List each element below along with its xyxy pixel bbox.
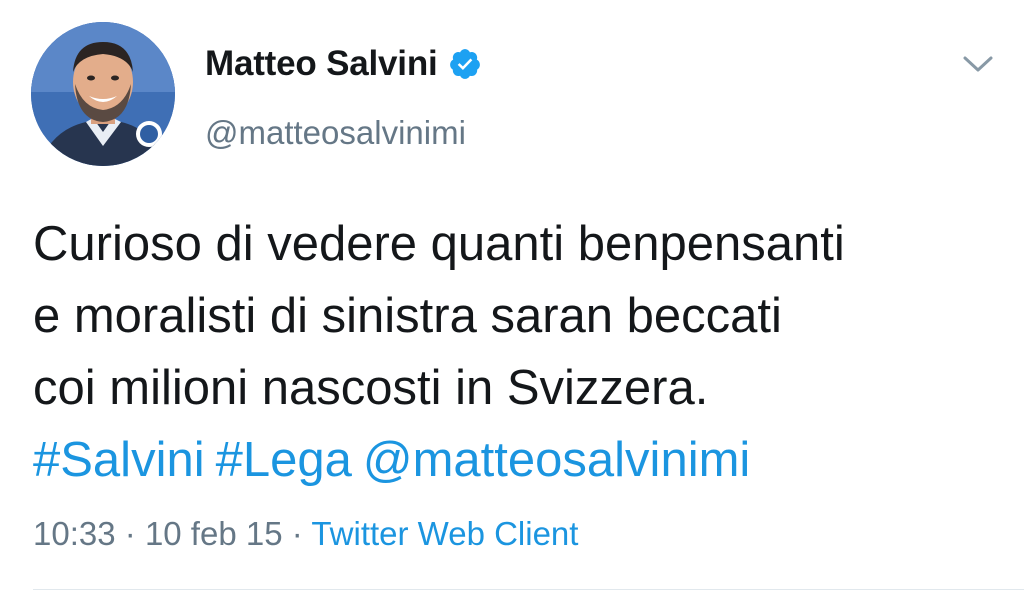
hashtag-link[interactable]: #Salvini [33, 433, 205, 487]
meta-separator: · [124, 515, 136, 552]
tweet-time[interactable]: 10:33 [33, 515, 116, 552]
mention-link[interactable]: @matteosalvinimi [363, 433, 750, 487]
user-handle[interactable]: @matteosalvinimi [205, 114, 466, 152]
divider [33, 589, 1024, 590]
display-name[interactable]: Matteo Salvini [205, 44, 438, 84]
author-name-row[interactable]: Matteo Salvini [205, 44, 482, 84]
avatar[interactable] [31, 22, 175, 166]
tweet-text: Curioso di vedere quanti benpensanti e m… [33, 208, 1008, 424]
tweet-source-link[interactable]: Twitter Web Client [311, 515, 578, 552]
tweet-text-line: e moralisti di sinistra saran beccati [33, 289, 782, 343]
profile-photo [31, 22, 175, 166]
hashtag-link[interactable]: #Lega [216, 433, 352, 487]
tweet-entities: #Salvini #Lega @matteosalvinimi [33, 424, 761, 496]
tweet-text-line: coi milioni nascosti in Svizzera. [33, 361, 709, 415]
tweet-metadata: 10:33 · 10 feb 15 · Twitter Web Client [33, 515, 578, 553]
tweet-date[interactable]: 10 feb 15 [145, 515, 283, 552]
tweet-text-line: Curioso di vedere quanti benpensanti [33, 217, 845, 271]
verified-badge-icon [448, 47, 482, 81]
tweet-card: Matteo Salvini @matteosalvinimi Curioso … [0, 0, 1024, 599]
meta-separator: · [291, 515, 303, 552]
chevron-down-icon[interactable] [960, 52, 996, 76]
